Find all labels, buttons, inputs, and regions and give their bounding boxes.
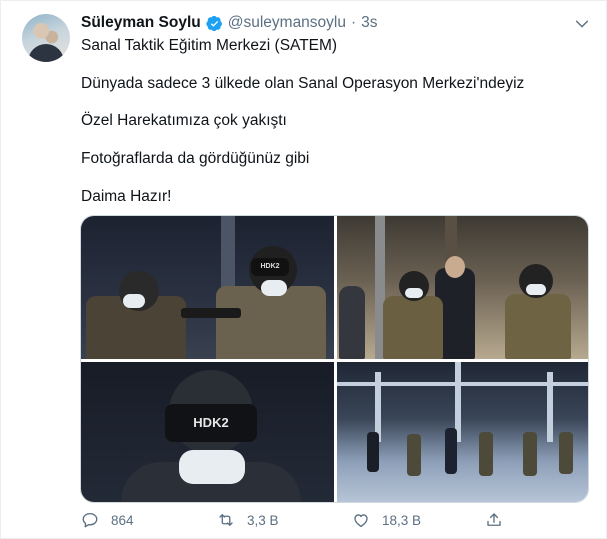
like-count: 18,3 B	[382, 512, 422, 528]
reply-button[interactable]: 864	[81, 511, 134, 529]
tweet-media-grid: HDK2 HDK2	[80, 215, 589, 503]
tweet-header: Süleyman Soylu @suleymansoylu · 3s	[81, 13, 378, 33]
tweet-text-line-2: Dünyada sadece 3 ülkede olan Sanal Opera…	[81, 75, 525, 92]
header-separator: ·	[351, 14, 357, 31]
author-avatar[interactable]	[22, 14, 70, 62]
author-name[interactable]: Süleyman Soylu	[81, 14, 201, 32]
tweet-text-line-4: Fotoğraflarda da gördüğünüz gibi	[81, 150, 310, 167]
tweet-text-line-3: Özel Harekatımıza çok yakıştı	[81, 112, 287, 129]
headset-label: HDK2	[251, 258, 289, 276]
chevron-down-icon[interactable]	[574, 16, 590, 32]
like-icon	[354, 514, 368, 528]
reply-count: 864	[111, 512, 134, 528]
like-button[interactable]: 18,3 B	[352, 511, 421, 529]
media-photo-1[interactable]: HDK2	[81, 216, 334, 359]
avatar-figure	[28, 44, 64, 62]
retweet-icon	[219, 514, 233, 526]
tweet-actions: 864 3,3 B 18,3 B	[81, 511, 501, 533]
retweet-count: 3,3 B	[247, 512, 279, 528]
verified-badge-icon	[206, 15, 222, 31]
tweet-card[interactable]: Süleyman Soylu @suleymansoylu · 3s Sanal…	[0, 0, 607, 539]
reply-icon	[82, 512, 98, 528]
media-photo-2[interactable]	[337, 216, 588, 359]
media-photo-4[interactable]	[337, 362, 588, 502]
tweet-timestamp[interactable]: 3s	[361, 14, 377, 32]
media-photo-3[interactable]: HDK2	[81, 362, 334, 502]
share-icon	[487, 513, 501, 526]
tweet-text-line-5: Daima Hazır!	[81, 188, 172, 205]
share-button[interactable]	[485, 511, 515, 529]
retweet-button[interactable]: 3,3 B	[217, 511, 279, 529]
tweet-text-line-1: Sanal Taktik Eğitim Merkezi (SATEM)	[81, 37, 338, 54]
headset-label: HDK2	[165, 404, 257, 442]
author-handle[interactable]: @suleymansoylu	[228, 14, 346, 32]
